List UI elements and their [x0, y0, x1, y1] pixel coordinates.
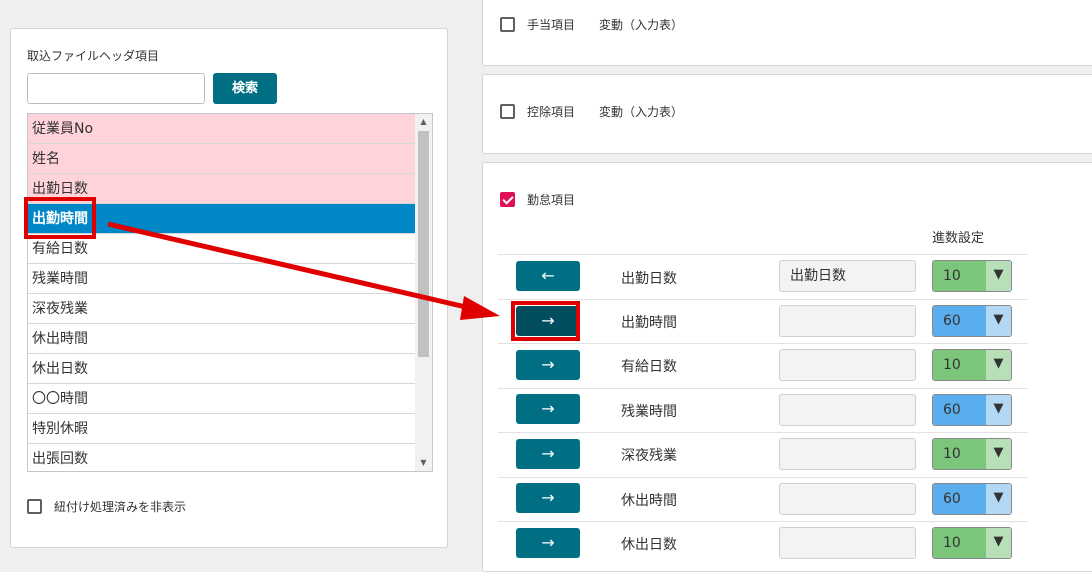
annotation-arrow-icon	[107, 221, 500, 320]
